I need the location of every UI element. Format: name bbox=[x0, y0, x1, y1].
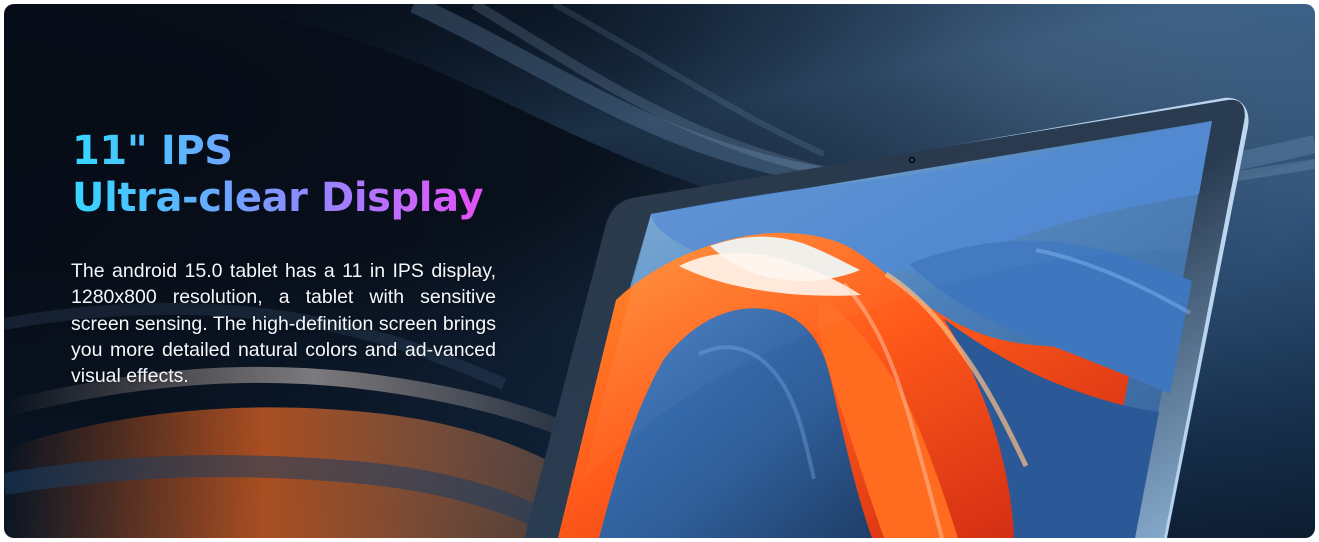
front-camera-icon bbox=[908, 156, 916, 164]
product-feature-banner: 11" IPS Ultra-clear Display The android … bbox=[4, 4, 1315, 538]
feature-headline: 11" IPS Ultra-clear Display bbox=[72, 128, 484, 222]
screen-size-heading: 11" IPS bbox=[72, 128, 483, 175]
feature-description: The android 15.0 tablet has a 11 in IPS … bbox=[71, 260, 496, 388]
display-type-heading: Ultra-clear Display bbox=[72, 175, 484, 222]
